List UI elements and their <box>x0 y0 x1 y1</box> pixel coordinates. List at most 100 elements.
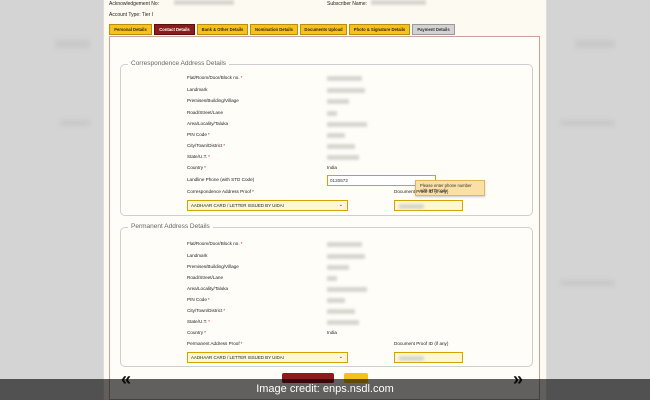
field-value[interactable] <box>327 320 359 326</box>
label-text: Flat/Room/Door/Block no. <box>187 241 240 246</box>
field-row: Flat/Room/Door/Block no.* <box>187 241 527 249</box>
field-label: Country* <box>187 165 206 170</box>
landline-label: Landline Phone (with STD Code) <box>187 177 255 182</box>
field-value[interactable] <box>327 144 355 150</box>
label-text: Permanent Address Proof <box>187 341 240 346</box>
label-text: Flat/Room/Door/Block no. <box>187 75 240 80</box>
field-value[interactable] <box>327 309 355 315</box>
background-blur-block <box>60 120 90 126</box>
tab-payment-details[interactable]: Payment Details <box>412 24 455 35</box>
form-page: Acknowledgement No: Subscriber Name: Acc… <box>103 0 547 400</box>
field-row: City/Town/District* <box>187 308 527 316</box>
field-label: Country* <box>187 330 206 335</box>
permanent-section: Permanent Address Details Flat/Room/Door… <box>120 223 533 367</box>
required-marker: * <box>208 319 210 324</box>
label-text: State/U.T. <box>187 154 208 159</box>
field-row: Area/Locality/Taluka <box>187 121 527 129</box>
field-value[interactable] <box>327 133 345 139</box>
field-row: Flat/Room/Door/Block no.* <box>187 75 527 83</box>
tab-contact-details[interactable]: Contact Details <box>154 24 195 35</box>
proof-label: Correspondence Address Proof* <box>187 189 254 194</box>
field-value[interactable] <box>327 242 362 248</box>
field-value[interactable] <box>327 276 337 282</box>
background-blur-block <box>55 40 90 48</box>
label-text: City/Town/District <box>187 308 223 313</box>
account-type-label: Account Type: <box>109 12 141 18</box>
required-marker: * <box>207 132 210 137</box>
image-credit-caption: Image credit: enps.nsdl.com <box>0 379 650 400</box>
chevron-down-icon: ⌄ <box>338 202 343 208</box>
proof-label: Permanent Address Proof* <box>187 341 242 346</box>
field-value[interactable] <box>327 155 359 161</box>
correspondence-proof-select[interactable]: AADHAAR CARD / LETTER ISSUED BY UIDAI ⌄ <box>187 200 348 211</box>
field-value[interactable] <box>327 99 349 105</box>
label-text: State/U.T. <box>187 319 208 324</box>
required-marker: * <box>204 330 206 335</box>
field-label: Landmark <box>187 87 208 92</box>
required-marker: * <box>240 241 243 246</box>
document-proof-label: Document Proof ID (if any) <box>394 341 449 346</box>
label-text: City/Town/District <box>187 143 223 148</box>
required-marker: * <box>223 143 226 148</box>
field-value[interactable] <box>327 76 362 82</box>
select-value: AADHAAR CARD / LETTER ISSUED BY UIDAI <box>191 203 284 208</box>
tab-bank-other-details[interactable]: Bank & Other Details <box>197 24 248 35</box>
field-label: Premises/Building/Village <box>187 264 239 269</box>
field-label: Road/Street/Lane <box>187 275 224 280</box>
document-proof-label: Document Proof ID (if any) <box>394 189 449 194</box>
background-blur-block <box>560 120 615 126</box>
tab-documents-upload[interactable]: Documents Upload <box>300 24 347 35</box>
field-row: Premises/Building/Village <box>187 98 527 106</box>
tab-photo-signature-details[interactable]: Photo & Signature Details <box>349 24 410 35</box>
field-row: State/U.T.* <box>187 319 527 327</box>
field-label: Area/Locality/Taluka <box>187 121 229 126</box>
header-row: Acknowledgement No: Subscriber Name: <box>109 0 541 9</box>
required-marker: * <box>252 189 254 194</box>
field-row: Area/Locality/Taluka <box>187 286 527 294</box>
subscriber-value <box>371 0 426 6</box>
field-value[interactable] <box>327 122 367 128</box>
field-value[interactable] <box>327 254 365 260</box>
field-label: Premises/Building/Village <box>187 98 239 103</box>
address-proof-row: Correspondence Address Proof* Document P… <box>187 189 527 197</box>
permanent-proof-select[interactable]: AADHAAR CARD / LETTER ISSUED BY UIDAI ⌄ <box>187 352 348 363</box>
required-marker: * <box>208 154 210 159</box>
field-value[interactable] <box>327 111 337 117</box>
country-value: India <box>327 165 337 170</box>
permanent-document-proof-input[interactable] <box>394 352 463 363</box>
field-label: PIN Code* <box>187 297 210 302</box>
field-row: Landmark <box>187 253 527 261</box>
contact-details-panel: Correspondence Address Details Flat/Room… <box>109 36 540 400</box>
label-text: PIN Code <box>187 132 207 137</box>
field-row: Premises/Building/Village <box>187 264 527 272</box>
address-proof-row: Permanent Address Proof* Document Proof … <box>187 341 527 349</box>
field-label: Landmark <box>187 253 208 258</box>
account-type: Account Type: Tier I <box>109 12 153 18</box>
account-type-value: Tier I <box>141 12 154 18</box>
field-label: City/Town/District* <box>187 308 225 313</box>
permanent-legend: Permanent Address Details <box>128 223 213 230</box>
field-label: City/Town/District* <box>187 143 225 148</box>
field-value[interactable] <box>327 265 349 271</box>
field-value[interactable] <box>327 298 345 304</box>
field-row: Country* India <box>187 330 527 338</box>
field-value[interactable] <box>327 287 367 293</box>
label-text: Country <box>187 330 204 335</box>
label-text: Country <box>187 165 204 170</box>
background-blur-block <box>575 40 615 48</box>
correspondence-section: Correspondence Address Details Flat/Room… <box>120 60 533 216</box>
field-row: PIN Code* <box>187 132 527 140</box>
correspondence-document-proof-input[interactable] <box>394 200 463 211</box>
field-row: Road/Street/Lane <box>187 110 527 118</box>
field-row: Landmark <box>187 87 527 95</box>
tab-nomination-details[interactable]: Nomination Details <box>250 24 298 35</box>
field-label: Flat/Room/Door/Block no.* <box>187 75 242 80</box>
tab-personal-details[interactable]: Personal Details <box>109 24 152 35</box>
required-marker: * <box>240 341 243 346</box>
field-row: Road/Street/Lane <box>187 275 527 283</box>
field-value[interactable] <box>327 88 365 94</box>
field-label: Area/Locality/Taluka <box>187 286 229 291</box>
field-row: PIN Code* <box>187 297 527 305</box>
field-row: City/Town/District* <box>187 143 527 151</box>
landline-value: 0120672 <box>330 178 348 183</box>
